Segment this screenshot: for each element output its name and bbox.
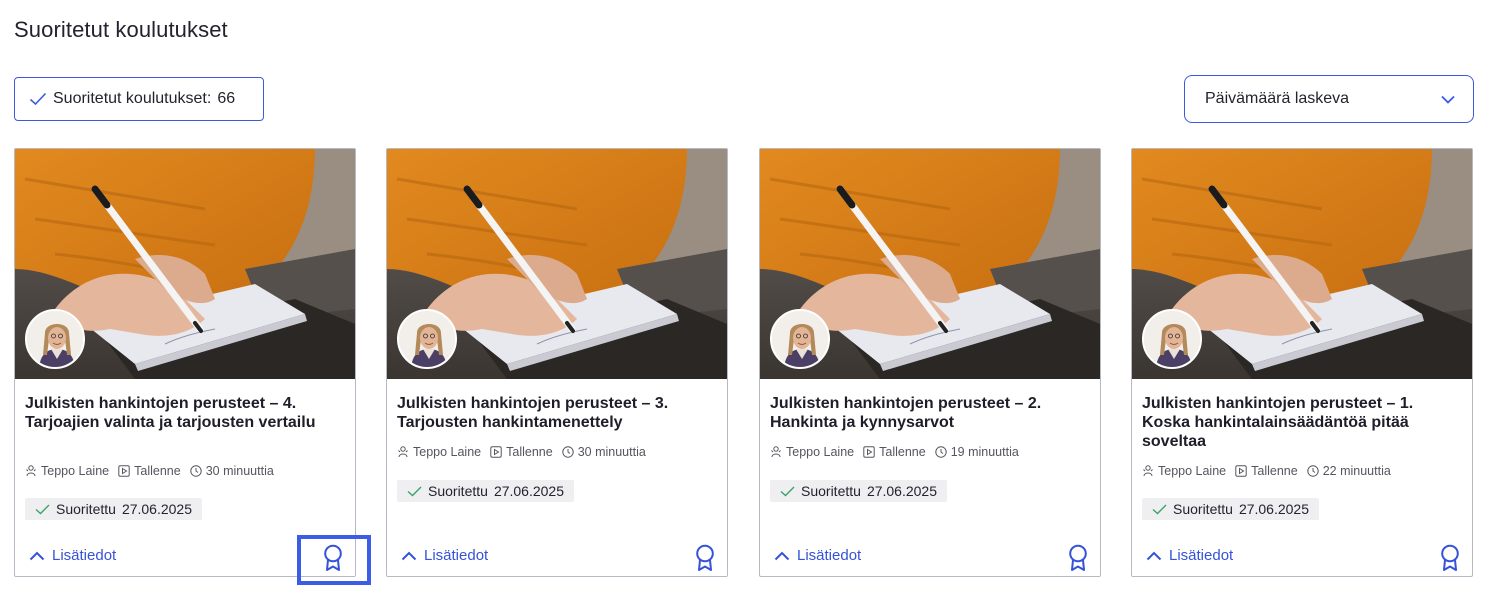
- course-format: Tallenne: [134, 464, 181, 478]
- clock-icon: [562, 446, 574, 458]
- completed-count-value: 66: [217, 90, 236, 107]
- play-icon: [1235, 465, 1247, 477]
- chevron-up-icon: [774, 551, 790, 560]
- check-icon: [29, 92, 47, 106]
- trainer-name: Teppo Laine: [41, 464, 110, 478]
- status-badge: Suoritettu 27.06.2025: [770, 480, 948, 502]
- course-format: Tallenne: [1251, 464, 1298, 478]
- course-card[interactable]: Julkisten hankintojen perusteet – 1. Kos…: [1131, 148, 1473, 577]
- course-title[interactable]: Julkisten hankintojen perusteet – 1. Kos…: [1142, 394, 1442, 451]
- details-toggle-link[interactable]: Lisätiedot: [29, 547, 116, 564]
- trainer-name: Teppo Laine: [1158, 464, 1227, 478]
- avatar: [1142, 309, 1202, 369]
- trainer-icon: [1143, 465, 1153, 477]
- course-meta: Teppo Laine Tallenne 30 minuuttia: [397, 445, 655, 459]
- avatar: [25, 309, 85, 369]
- completed-check-icon: [780, 486, 795, 496]
- course-duration: 19 minuuttia: [950, 445, 1019, 459]
- status-label: Suoritettu: [56, 501, 116, 517]
- status-label: Suoritettu: [801, 483, 861, 499]
- details-link-label: Lisätiedot: [797, 547, 862, 564]
- award-icon[interactable]: [1439, 544, 1461, 572]
- sort-dropdown[interactable]: Päivämäärä laskeva: [1184, 75, 1474, 123]
- details-toggle-link[interactable]: Lisätiedot: [774, 547, 861, 564]
- status-badge: Suoritettu 27.06.2025: [397, 480, 575, 502]
- course-meta: Teppo Laine Tallenne 22 minuuttia: [1142, 464, 1400, 478]
- play-icon: [118, 465, 130, 477]
- clock-icon: [935, 446, 947, 458]
- completed-check-icon: [1152, 504, 1167, 514]
- details-toggle-link[interactable]: Lisätiedot: [401, 547, 488, 564]
- details-link-label: Lisätiedot: [424, 547, 489, 564]
- course-title[interactable]: Julkisten hankintojen perusteet – 3. Tar…: [397, 394, 697, 432]
- award-icon[interactable]: [694, 544, 716, 572]
- clock-icon: [190, 465, 202, 477]
- chevron-up-icon: [29, 551, 45, 560]
- course-card[interactable]: Julkisten hankintojen perusteet – 3. Tar…: [386, 148, 728, 577]
- clock-icon: [1307, 465, 1319, 477]
- play-icon: [863, 446, 875, 458]
- course-title[interactable]: Julkisten hankintojen perusteet – 4. Tar…: [25, 394, 325, 432]
- avatar: [770, 309, 830, 369]
- details-link-label: Lisätiedot: [1169, 547, 1234, 564]
- course-title[interactable]: Julkisten hankintojen perusteet – 2. Han…: [770, 394, 1070, 432]
- trainer-icon: [398, 446, 408, 458]
- play-icon: [490, 446, 502, 458]
- trainer-name: Teppo Laine: [786, 445, 855, 459]
- highlight-box: [297, 535, 371, 585]
- chevron-up-icon: [401, 551, 417, 560]
- details-toggle-link[interactable]: Lisätiedot: [1146, 547, 1233, 564]
- award-icon[interactable]: [1067, 544, 1089, 572]
- course-format: Tallenne: [506, 445, 553, 459]
- trainer-icon: [771, 446, 781, 458]
- trainer-icon: [26, 465, 36, 477]
- completion-date: 27.06.2025: [866, 483, 938, 499]
- completion-date: 27.06.2025: [121, 501, 193, 517]
- completion-date: 27.06.2025: [1238, 501, 1310, 517]
- avatar: [397, 309, 457, 369]
- course-duration: 22 minuuttia: [1322, 464, 1391, 478]
- page-title: Suoritetut koulutukset: [14, 17, 228, 42]
- completed-check-icon: [35, 504, 50, 514]
- completed-check-icon: [407, 486, 422, 496]
- status-label: Suoritettu: [1173, 501, 1233, 517]
- course-duration: 30 minuuttia: [205, 464, 274, 478]
- course-meta: Teppo Laine Tallenne 19 minuuttia: [770, 445, 1028, 459]
- course-duration: 30 minuuttia: [577, 445, 646, 459]
- sort-selected-value: Päivämäärä laskeva: [1205, 90, 1350, 107]
- course-card[interactable]: Julkisten hankintojen perusteet – 2. Han…: [759, 148, 1101, 577]
- status-badge: Suoritettu 27.06.2025: [25, 498, 203, 520]
- status-label: Suoritettu: [428, 483, 488, 499]
- details-link-label: Lisätiedot: [52, 547, 117, 564]
- course-meta: Teppo Laine Tallenne 30 minuuttia: [25, 464, 283, 478]
- completed-count-label: Suoritetut koulutukset:: [53, 90, 212, 107]
- chevron-down-icon: [1441, 95, 1455, 104]
- course-card[interactable]: Julkisten hankintojen perusteet – 4. Tar…: [14, 148, 356, 577]
- completion-date: 27.06.2025: [493, 483, 565, 499]
- course-format: Tallenne: [879, 445, 926, 459]
- status-badge: Suoritettu 27.06.2025: [1142, 498, 1320, 520]
- trainer-name: Teppo Laine: [413, 445, 482, 459]
- completed-count-filter[interactable]: Suoritetut koulutukset: 66: [14, 77, 264, 121]
- chevron-up-icon: [1146, 551, 1162, 560]
